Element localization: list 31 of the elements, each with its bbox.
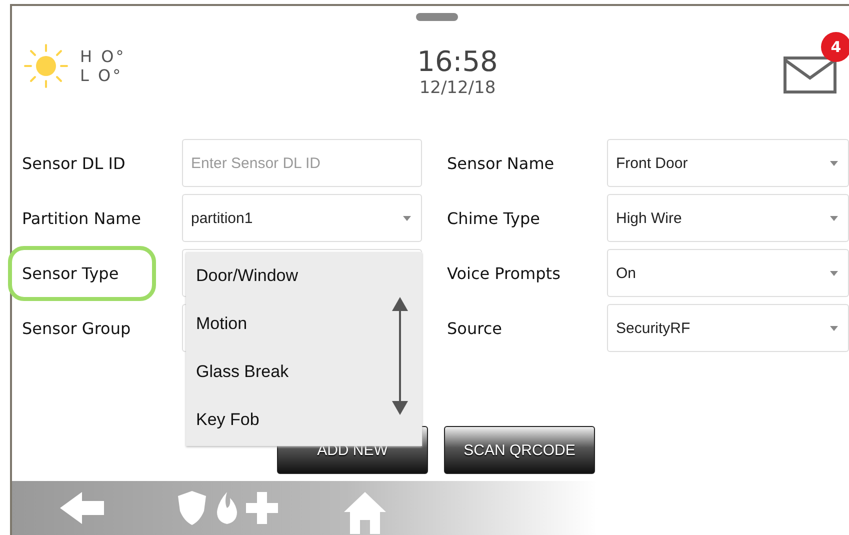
home-icon[interactable]	[342, 490, 388, 534]
low-temperature: L O°	[80, 66, 124, 85]
clock-date: 12/12/18	[419, 78, 496, 98]
field-label: Sensor Name	[447, 154, 556, 172]
field-label: Chime Type	[447, 208, 542, 228]
select-field[interactable]: On	[607, 249, 849, 297]
input-field[interactable]: Enter Sensor DL ID	[182, 139, 422, 187]
mail-icon[interactable]	[783, 56, 837, 94]
field-label: Source	[447, 318, 503, 338]
shield-icon[interactable]	[178, 491, 206, 525]
field-label: Sensor Group	[22, 318, 132, 338]
field-label: Sensor DL ID	[22, 154, 126, 172]
dropdown-option[interactable]: Glass Break	[186, 348, 422, 396]
back-arrow-icon[interactable]	[60, 492, 106, 524]
scroll-arrow-icon	[391, 297, 409, 415]
clock-time: 16:58	[417, 44, 498, 78]
select-field[interactable]: High Wire	[607, 194, 849, 242]
sun-icon	[22, 42, 70, 90]
action-button[interactable]: SCAN QRCODE	[444, 426, 595, 474]
select-field[interactable]: SecurityRF	[607, 304, 849, 352]
field-label: Partition Name	[22, 208, 142, 228]
drawer-handle[interactable]	[416, 13, 458, 21]
high-temperature: H O°	[80, 47, 126, 66]
flame-icon[interactable]	[214, 492, 240, 524]
select-field[interactable]: Front Door	[607, 139, 849, 187]
dropdown-option[interactable]: Motion	[186, 300, 422, 348]
select-field[interactable]: partition1	[182, 194, 422, 242]
dropdown-option[interactable]: Door/Window	[186, 252, 422, 300]
field-label: Voice Prompts	[447, 264, 562, 282]
medical-cross-icon[interactable]	[246, 492, 278, 524]
message-count-badge: 4	[821, 32, 849, 62]
